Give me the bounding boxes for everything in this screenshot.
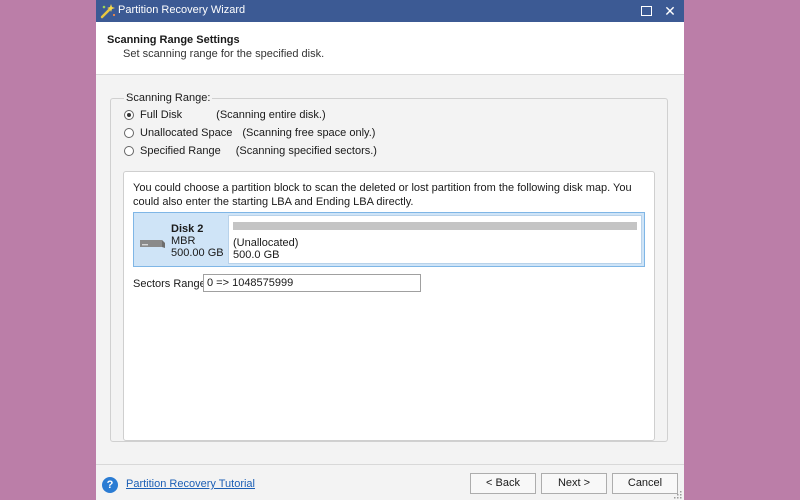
- radio-label: Unallocated Space: [140, 127, 233, 139]
- disk-map-info: You could choose a partition block to sc…: [133, 182, 632, 208]
- partition-usage-bar: [233, 222, 637, 230]
- page-subtitle: Set scanning range for the specified dis…: [123, 48, 325, 60]
- sectors-range-input[interactable]: [203, 274, 421, 292]
- page-title: Scanning Range Settings: [107, 34, 240, 46]
- disk-map-panel: You could choose a partition block to sc…: [123, 171, 655, 441]
- window-title: Partition Recovery Wizard: [118, 4, 246, 16]
- partition-block-unallocated[interactable]: (Unallocated) 500.0 GB: [228, 215, 642, 264]
- radio-full-disk[interactable]: Full Disk (Scanning entire disk.): [124, 108, 326, 122]
- close-icon: ✕: [664, 3, 676, 19]
- scanning-range-group: Scanning Range: Full Disk (Scanning enti…: [110, 92, 668, 442]
- wizard-footer: ? Partition Recovery Tutorial < Back Nex…: [96, 464, 684, 500]
- maximize-button[interactable]: [636, 2, 656, 20]
- radio-label: Full Disk: [140, 109, 183, 121]
- radio-button-checked[interactable]: [124, 110, 134, 120]
- radio-button[interactable]: [124, 128, 134, 138]
- radio-description: (Scanning specified sectors.): [235, 145, 377, 157]
- partition-size: 500.0 GB: [233, 249, 280, 261]
- scanning-range-legend: Scanning Range:: [124, 92, 213, 104]
- radio-button[interactable]: [124, 146, 134, 156]
- next-button[interactable]: Next >: [541, 473, 607, 494]
- disk-row-selected[interactable]: Disk 2 MBR 500.00 GB (Unallocated) 500.0…: [133, 212, 645, 267]
- maximize-icon: [640, 6, 652, 16]
- sectors-range-label: Sectors Range:: [133, 278, 209, 290]
- title-bar[interactable]: Partition Recovery Wizard ✕: [96, 0, 684, 22]
- page-header: Scanning Range Settings Set scanning ran…: [96, 22, 684, 75]
- radio-description: (Scanning entire disk.): [216, 109, 326, 121]
- radio-specified-range[interactable]: Specified Range (Scanning specified sect…: [124, 144, 377, 158]
- partition-label: (Unallocated): [233, 237, 299, 249]
- resize-grip-icon[interactable]: [674, 491, 682, 499]
- disk-size: 500.00 GB: [171, 247, 224, 259]
- radio-label: Specified Range: [140, 145, 221, 157]
- hard-disk-icon: [140, 240, 165, 248]
- wizard-window: Partition Recovery Wizard ✕ Scanning Ran…: [96, 0, 684, 500]
- back-button[interactable]: < Back: [470, 473, 536, 494]
- wizard-sparkle-icon: [100, 4, 116, 19]
- radio-description: (Scanning free space only.): [242, 127, 376, 139]
- radio-unallocated-space[interactable]: Unallocated Space (Scanning free space o…: [124, 126, 375, 140]
- disk-name: Disk 2: [171, 223, 204, 235]
- close-button[interactable]: ✕: [660, 2, 680, 20]
- help-icon[interactable]: ?: [102, 477, 118, 493]
- disk-type: MBR: [171, 235, 196, 247]
- tutorial-link[interactable]: Partition Recovery Tutorial: [126, 478, 255, 490]
- cancel-button[interactable]: Cancel: [612, 473, 678, 494]
